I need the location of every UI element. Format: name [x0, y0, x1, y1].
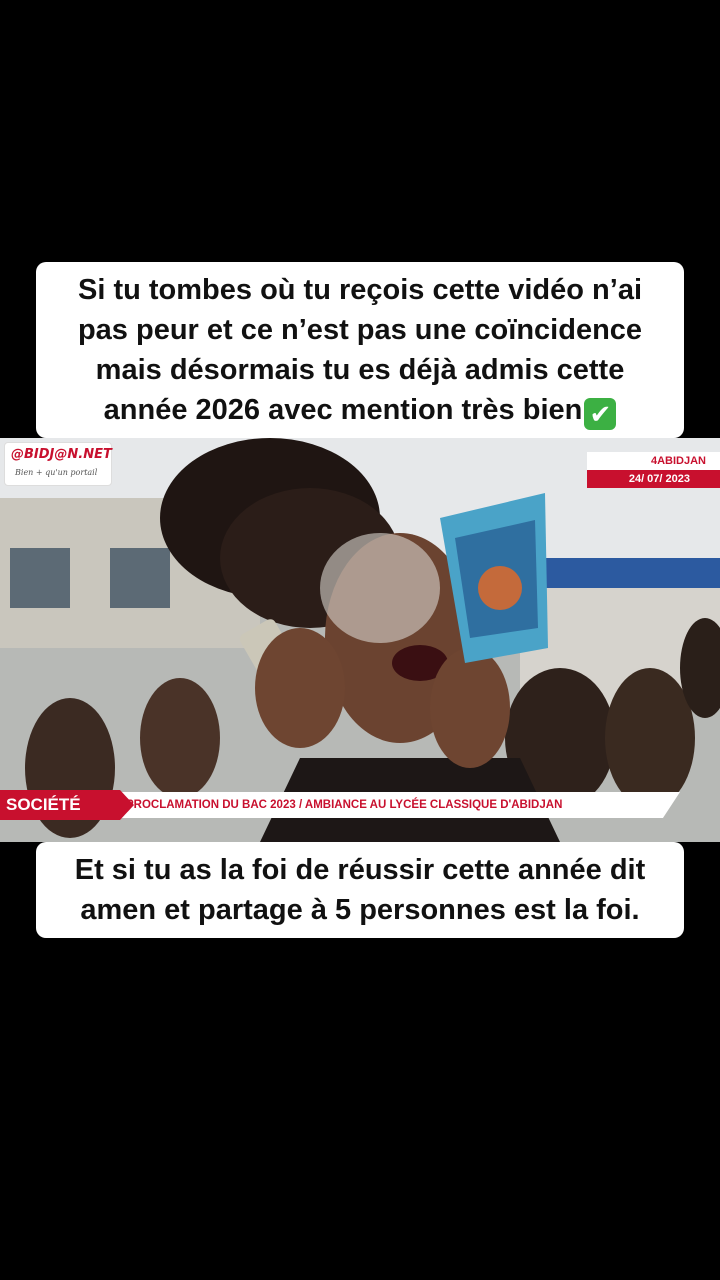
location-label: 4ABIDJAN: [587, 452, 720, 470]
top-caption-line: pas peur et ce n’est pas une coïncidence: [77, 314, 643, 346]
top-caption: Si tu tombes où tu reçois cette vidéo n’…: [36, 262, 684, 438]
top-caption-line-text: année 2026 avec mention très bien: [103, 394, 583, 426]
video-frame[interactable]: @BIDJ@N.NET Bien + qu'un portail 4ABIDJA…: [0, 438, 720, 842]
video-scene: [0, 438, 720, 842]
lower-third-banner: PROCLAMATION DU BAC 2023 / AMBIANCE AU L…: [0, 790, 720, 820]
news-logo: @BIDJ@N.NET Bien + qu'un portail: [4, 442, 112, 486]
bottom-caption-line: Et si tu as la foi de réussir cette anné…: [74, 854, 646, 886]
check-mark-icon: ✔: [584, 398, 617, 430]
top-caption-line: mais désormais tu es déjà admis cette: [95, 354, 625, 386]
category-arrow: [120, 790, 134, 820]
logo-tagline: Bien + qu'un portail: [15, 468, 98, 477]
category-label: SOCIÉTÉ: [0, 790, 120, 820]
bottom-caption-line: amen et partage à 5 personnes est la foi…: [80, 894, 640, 926]
top-caption-line: année 2026 avec mention très bien ✔: [50, 390, 670, 430]
bottom-caption: Et si tu as la foi de réussir cette anné…: [36, 842, 684, 938]
date-label: 24/ 07/ 2023: [587, 470, 720, 488]
headline-text: PROCLAMATION DU BAC 2023 / AMBIANCE AU L…: [112, 792, 680, 818]
logo-name: @BIDJ@N.NET: [11, 447, 112, 462]
top-caption-line: Si tu tombes où tu reçois cette vidéo n’…: [78, 274, 642, 306]
